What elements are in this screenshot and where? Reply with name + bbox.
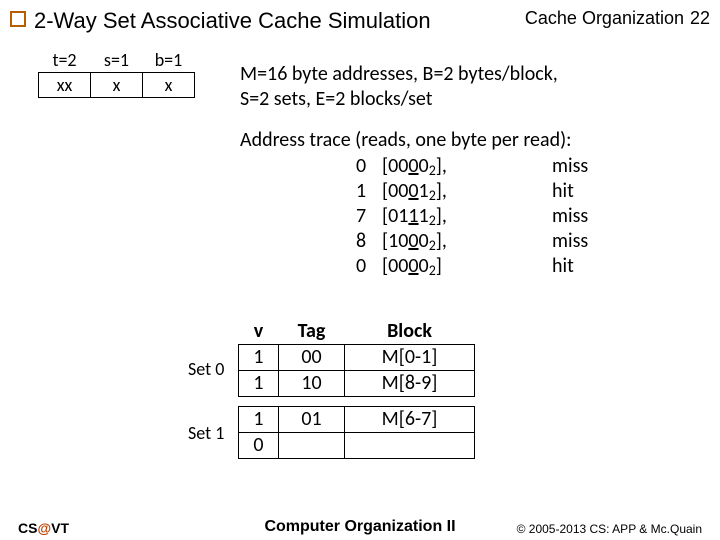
footer: CS@VT Computer Organization II © 2005-20…	[0, 512, 720, 536]
b-label: b=1	[143, 48, 195, 73]
trace-row: 0 [00002], miss	[356, 154, 622, 179]
address-bits-table: t=2 s=1 b=1 xx x x	[38, 48, 195, 98]
trace-row: 0 [00002] hit	[356, 254, 622, 279]
cache-header-v: v	[239, 318, 279, 344]
set1-label: Set 1	[188, 422, 224, 444]
table-row: 1 00 M[0-1]	[239, 344, 475, 370]
trace-title: Address trace (reads, one byte per read)…	[240, 128, 700, 153]
trace-rows: 0 [00002], miss 1 [00012], hit 7 [01112]…	[356, 154, 622, 279]
section-label: Cache Organization	[525, 8, 684, 29]
trace-row: 7 [01112], miss	[356, 204, 622, 229]
trace-row: 1 [00012], hit	[356, 179, 622, 204]
footer-center: Computer Organization II	[0, 518, 720, 536]
s-label: s=1	[91, 48, 143, 73]
table-row: 0	[239, 432, 475, 458]
table-row: 1 10 M[8-9]	[239, 370, 475, 396]
b-bits: x	[143, 73, 195, 98]
cache-header-tag: Tag	[279, 318, 345, 344]
t-label: t=2	[39, 48, 91, 73]
cache-table: v Tag Block 1 00 M[0-1] 1 10 M[8-9] 1 01…	[238, 318, 475, 459]
params-line2: S=2 sets, E=2 blocks/set	[240, 87, 660, 112]
slide-title: 2-Way Set Associative Cache Simulation	[34, 8, 431, 34]
header-bullet-icon	[10, 11, 26, 27]
page-number: 22	[690, 8, 710, 29]
trace-row: 8 [10002], miss	[356, 229, 622, 254]
cache-header-block: Block	[345, 318, 475, 344]
set0-label: Set 0	[188, 358, 224, 380]
t-bits: xx	[39, 73, 91, 98]
table-row: 1 01 M[6-7]	[239, 406, 475, 432]
cache-table-area: Set 0 Set 1 v Tag Block 1 00 M[0-1] 1 10…	[238, 318, 475, 459]
params-line1: M=16 byte addresses, B=2 bytes/block,	[240, 62, 660, 87]
parameters-text: M=16 byte addresses, B=2 bytes/block, S=…	[240, 62, 660, 112]
s-bits: x	[91, 73, 143, 98]
